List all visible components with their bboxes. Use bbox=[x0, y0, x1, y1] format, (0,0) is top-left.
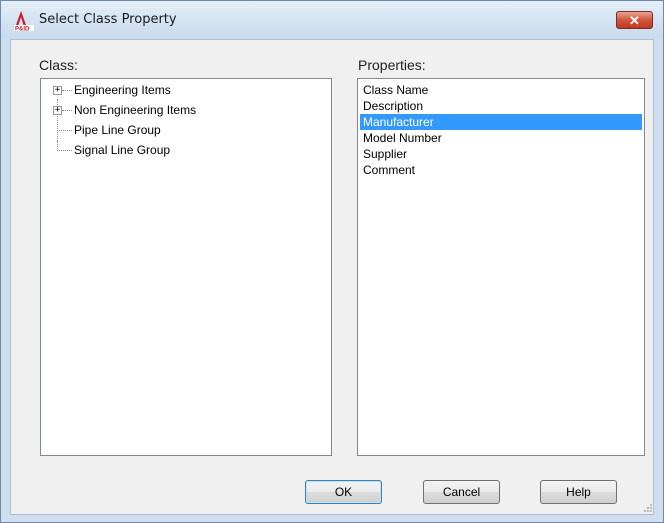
list-item-class-name[interactable]: Class Name bbox=[360, 82, 642, 98]
expand-plus-icon[interactable]: + bbox=[53, 106, 62, 115]
list-item-model-number[interactable]: Model Number bbox=[360, 130, 642, 146]
autocad-pid-app-icon: P&ID bbox=[14, 11, 34, 33]
list-item-description[interactable]: Description bbox=[360, 98, 642, 114]
list-item-comment[interactable]: Comment bbox=[360, 162, 642, 178]
class-tree[interactable]: + Engineering Items + Non Engineering It… bbox=[40, 78, 332, 456]
tree-item-label: Pipe Line Group bbox=[74, 123, 161, 137]
close-icon: ✕ bbox=[629, 12, 640, 28]
properties-list[interactable]: Class Name Description Manufacturer Mode… bbox=[357, 78, 645, 456]
tree-item-signal-line-group[interactable]: Signal Line Group bbox=[41, 141, 331, 161]
list-item-supplier[interactable]: Supplier bbox=[360, 146, 642, 162]
help-button[interactable]: Help bbox=[540, 480, 617, 504]
properties-label: Properties: bbox=[358, 57, 426, 73]
dialog-body: Class: Properties: + Engineering Items +… bbox=[10, 39, 654, 515]
window-title: Select Class Property bbox=[39, 12, 177, 27]
resize-grip-icon[interactable] bbox=[643, 503, 653, 513]
svg-text:P&ID: P&ID bbox=[15, 27, 30, 33]
tree-item-non-engineering-items[interactable]: + Non Engineering Items bbox=[41, 101, 331, 121]
tree-item-engineering-items[interactable]: + Engineering Items bbox=[41, 81, 331, 101]
title-bar[interactable]: P&ID Select Class Property ✕ bbox=[1, 1, 663, 39]
close-button[interactable]: ✕ bbox=[616, 11, 653, 29]
ok-button[interactable]: OK bbox=[305, 480, 382, 504]
class-label: Class: bbox=[39, 57, 78, 73]
tree-item-pipe-line-group[interactable]: Pipe Line Group bbox=[41, 121, 331, 141]
tree-item-label: Signal Line Group bbox=[74, 143, 171, 157]
tree-item-label: Engineering Items bbox=[74, 83, 171, 97]
cancel-button[interactable]: Cancel bbox=[423, 480, 500, 504]
expand-plus-icon[interactable]: + bbox=[53, 86, 62, 95]
select-class-property-dialog: P&ID Select Class Property ✕ Class: Prop… bbox=[0, 0, 664, 523]
tree-item-label: Non Engineering Items bbox=[74, 103, 197, 117]
list-item-manufacturer[interactable]: Manufacturer bbox=[360, 114, 642, 130]
